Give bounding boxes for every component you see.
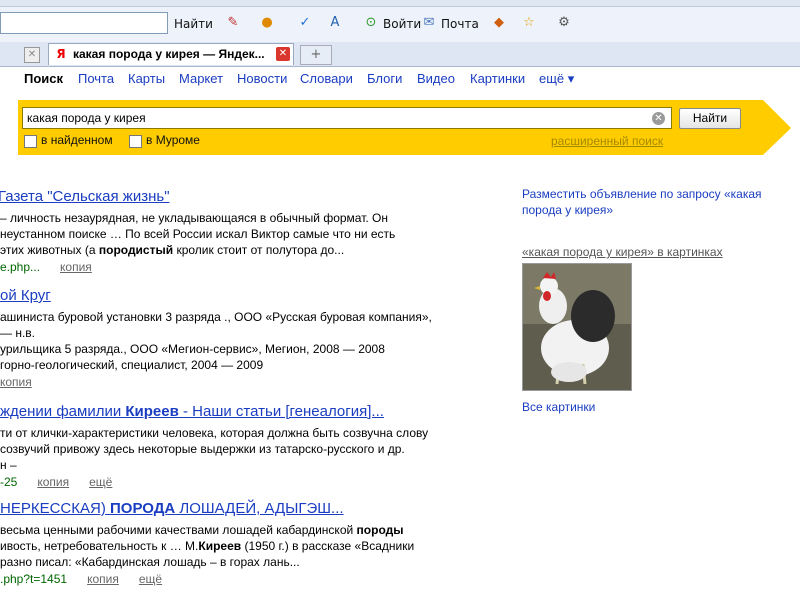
nav-dictionaries[interactable]: Словари (300, 71, 353, 86)
settings-gear-icon[interactable]: ⚙ (555, 14, 573, 32)
nav-images[interactable]: Картинки (470, 71, 525, 86)
result-meta: копия (0, 375, 500, 389)
tab-close-icon[interactable]: ✕ (276, 47, 290, 61)
search-button[interactable]: Найти (679, 108, 741, 129)
result-title-link[interactable]: Газета "Сельская жизнь" (0, 188, 170, 205)
toolbar-top-strip (0, 0, 800, 7)
nav-more[interactable]: ещё ▾ (539, 71, 574, 87)
result-snippet: ти от клички-характеристики человека, ко… (0, 426, 429, 472)
in-results-label: в найденном (41, 133, 113, 147)
in-murom-label: в Муроме (146, 133, 200, 147)
result-meta: -25 копия ещё (0, 475, 500, 489)
mail-button[interactable]: Почта (441, 17, 479, 31)
place-ad-link[interactable]: Разместить объявление по запросу «какая … (522, 186, 792, 218)
nav-search: Поиск (24, 71, 64, 86)
result-copy-link[interactable]: копия (0, 375, 32, 389)
result-item: ой Круг ашиниста буровой установки 3 раз… (0, 287, 500, 389)
in-murom-checkbox[interactable] (129, 135, 142, 148)
result-meta: e.php... копия (0, 260, 500, 274)
nav-maps[interactable]: Карты (128, 71, 165, 86)
spellcheck-icon[interactable]: ✓ (296, 14, 314, 32)
toolbar-search-input[interactable] (0, 12, 168, 34)
result-url[interactable]: e.php... (0, 260, 40, 274)
nav-blogs[interactable]: Блоги (367, 71, 402, 86)
search-band-arrow (763, 100, 791, 155)
nav-mail[interactable]: Почта (78, 71, 114, 86)
result-meta: .php?t=1451 копия ещё (0, 572, 500, 586)
result-copy-link[interactable]: копия (60, 260, 92, 274)
result-copy-link[interactable]: копия (87, 572, 119, 586)
result-item: НЕРКЕССКАЯ) ПОРОДА ЛОШАДЕЙ, АДЫГЭШ... ве… (0, 500, 500, 586)
tab-title: какая порода у кирея — Яндек... (73, 47, 265, 61)
result-title-link[interactable]: ждении фамилии Киреев - Наши статьи [ген… (0, 403, 384, 420)
in-results-checkbox[interactable] (24, 135, 37, 148)
login-button[interactable]: Войти (383, 17, 421, 31)
tab-active[interactable]: Я какая порода у кирея — Яндек... ✕ (48, 43, 294, 65)
result-title-link[interactable]: ой Круг (0, 287, 51, 304)
result-snippet: ашиниста буровой установки 3 разряда ., … (0, 310, 432, 372)
yandex-favicon-icon: Я (54, 47, 68, 61)
favorites-star-icon[interactable]: ☆ (520, 14, 538, 32)
advanced-search-link[interactable]: расширенный поиск (551, 134, 663, 148)
new-tab-button[interactable]: + (300, 45, 332, 65)
result-item: ждении фамилии Киреев - Наши статьи [ген… (0, 403, 500, 489)
result-url[interactable]: .php?t=1451 (0, 572, 67, 586)
images-header-link[interactable]: «какая порода у кирея» в картинках (522, 245, 723, 259)
highlight-icon[interactable]: ✎ (224, 14, 242, 32)
rooster-image[interactable] (522, 263, 632, 391)
translate-icon[interactable]: A (326, 14, 344, 32)
search-input[interactable]: какая порода у кирея (22, 107, 672, 129)
result-copy-link[interactable]: копия (37, 475, 69, 489)
nav-video[interactable]: Видео (417, 71, 455, 86)
find-button[interactable]: Найти (174, 17, 213, 31)
clear-search-icon[interactable]: ✕ (652, 112, 665, 125)
inactive-tab-close-icon[interactable]: ✕ (24, 47, 40, 63)
bar-icon[interactable]: ◆ (490, 14, 508, 32)
rooster-graphic (523, 264, 631, 390)
nav-news[interactable]: Новости (237, 71, 287, 86)
result-item: Газета "Сельская жизнь" – личность незау… (0, 188, 500, 274)
result-more-link[interactable]: ещё (139, 572, 162, 586)
nav-market[interactable]: Маркет (179, 71, 223, 86)
login-icon: ⊙ (365, 15, 377, 30)
comment-icon[interactable]: ● (258, 14, 276, 32)
all-images-link[interactable]: Все картинки (522, 400, 595, 414)
mail-icon: ✉ (423, 15, 435, 30)
result-snippet: весьма ценными рабочими качествами лошад… (0, 523, 415, 569)
result-snippet: – личность незаурядная, не укладывающаяс… (0, 211, 396, 257)
result-url[interactable]: -25 (0, 475, 17, 489)
result-more-link[interactable]: ещё (89, 475, 112, 489)
result-title-link[interactable]: НЕРКЕССКАЯ) ПОРОДА ЛОШАДЕЙ, АДЫГЭШ... (0, 500, 344, 517)
